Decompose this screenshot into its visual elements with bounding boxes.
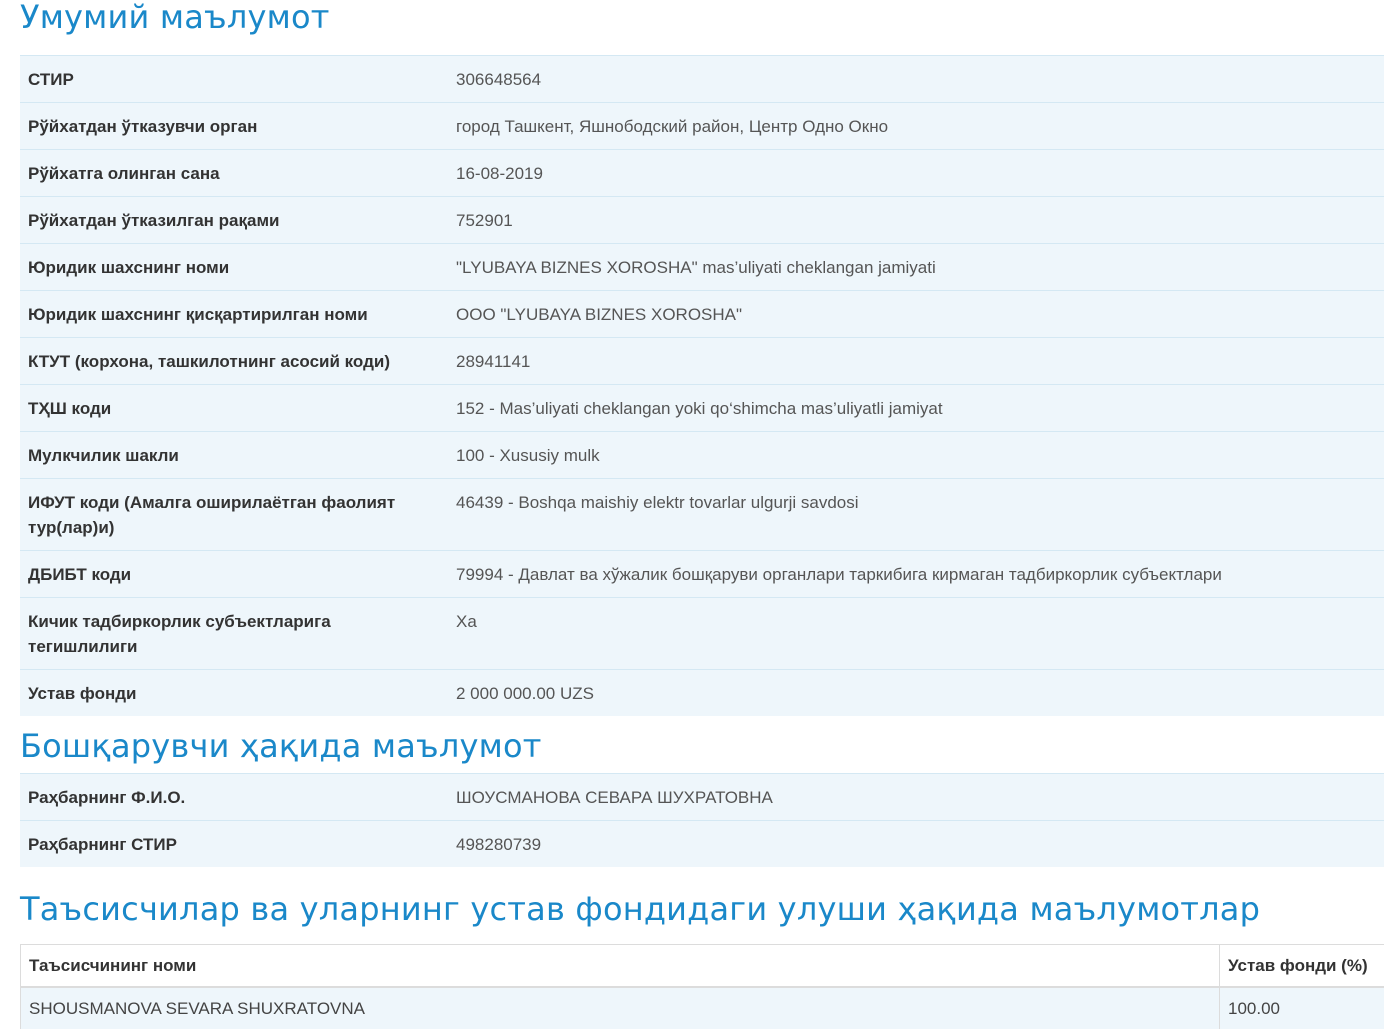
info-value: 16-08-2019 [448,150,1384,197]
info-label: СТИР [20,56,448,103]
info-row: Мулкчилик шакли100 - Xususiy mulk [20,432,1384,479]
founder-share-column-header[interactable]: Устав фонди (%) [1220,945,1384,988]
info-row: Устав фонди2 000 000.00 UZS [20,670,1384,717]
info-value: 28941141 [448,338,1384,385]
company-info-page: Умумий маълумот СТИР306648564Рўйхатдан ў… [20,0,1384,1029]
info-row: ТҲШ коди152 - Mas’uliyati cheklangan yok… [20,385,1384,432]
info-value: 752901 [448,197,1384,244]
info-row: Рўйхатдан ўтказилган рақами752901 [20,197,1384,244]
info-value: ШОУСМАНОВА СЕВАРА ШУХРАТОВНА [448,774,1384,821]
info-value: 2 000 000.00 UZS [448,670,1384,717]
founders-info-heading: Таъсисчилар ва уларнинг устав фондидаги … [20,867,1384,944]
info-label: Раҳбарнинг СТИР [20,821,448,868]
founders-table: Таъсисчининг номи Устав фонди (%) SHOUSM… [20,944,1384,1029]
founder-name: SHOUSMANOVA SEVARA SHUXRATOVNA [21,987,1220,1029]
founder-row: SHOUSMANOVA SEVARA SHUXRATOVNA100.00 [21,987,1384,1029]
info-row: Юридик шахснинг номи"LYUBAYA BIZNES XORO… [20,244,1384,291]
info-value: 152 - Mas’uliyati cheklangan yoki qo‘shi… [448,385,1384,432]
manager-info-table: Раҳбарнинг Ф.И.О.ШОУСМАНОВА СЕВАРА ШУХРА… [20,773,1384,867]
info-label: Юридик шахснинг номи [20,244,448,291]
info-label: Устав фонди [20,670,448,717]
info-row: Кичик тадбиркорлик субъектларига тегишли… [20,598,1384,670]
info-label: Рўйхатга олинган сана [20,150,448,197]
manager-info-heading: Бошқарувчи ҳақида маълумот [20,716,1384,773]
info-row: Рўйхатдан ўтказувчи органгород Ташкент, … [20,103,1384,150]
info-label: Мулкчилик шакли [20,432,448,479]
info-value: 306648564 [448,56,1384,103]
info-row: ИФУТ коди (Амалга оширилаётган фаолият т… [20,479,1384,551]
info-row: КТУТ (корхона, ташкилотнинг асосий коди)… [20,338,1384,385]
info-label: ДБИБТ коди [20,551,448,598]
info-row: Юридик шахснинг қисқартирилган номиООО "… [20,291,1384,338]
info-label: ТҲШ коди [20,385,448,432]
info-value: "LYUBAYA BIZNES XOROSHA" mas’uliyati che… [448,244,1384,291]
info-value: 100 - Xususiy mulk [448,432,1384,479]
info-label: Кичик тадбиркорлик субъектларига тегишли… [20,598,448,670]
info-row: Раҳбарнинг СТИР498280739 [20,821,1384,868]
info-value: 79994 - Давлат ва хўжалик бошқаруви орга… [448,551,1384,598]
founders-header-row: Таъсисчининг номи Устав фонди (%) [21,945,1384,988]
info-label: КТУТ (корхона, ташкилотнинг асосий коди) [20,338,448,385]
info-row: Рўйхатга олинган сана16-08-2019 [20,150,1384,197]
info-label: Рўйхатдан ўтказувчи орган [20,103,448,150]
info-row: СТИР306648564 [20,56,1384,103]
info-value: город Ташкент, Яшнободский район, Центр … [448,103,1384,150]
info-row: Раҳбарнинг Ф.И.О.ШОУСМАНОВА СЕВАРА ШУХРА… [20,774,1384,821]
info-value: Ха [448,598,1384,670]
info-label: Раҳбарнинг Ф.И.О. [20,774,448,821]
info-label: Юридик шахснинг қисқартирилган номи [20,291,448,338]
info-label: ИФУТ коди (Амалга оширилаётган фаолият т… [20,479,448,551]
founder-share: 100.00 [1220,987,1384,1029]
general-info-table: СТИР306648564Рўйхатдан ўтказувчи органго… [20,55,1384,716]
founder-name-column-header[interactable]: Таъсисчининг номи [21,945,1220,988]
info-value: 498280739 [448,821,1384,868]
info-value: 46439 - Boshqa maishiy elektr tovarlar u… [448,479,1384,551]
general-info-heading: Умумий маълумот [20,0,1384,55]
info-label: Рўйхатдан ўтказилган рақами [20,197,448,244]
info-row: ДБИБТ коди79994 - Давлат ва хўжалик бошқ… [20,551,1384,598]
info-value: ООО "LYUBAYA BIZNES XOROSHA" [448,291,1384,338]
